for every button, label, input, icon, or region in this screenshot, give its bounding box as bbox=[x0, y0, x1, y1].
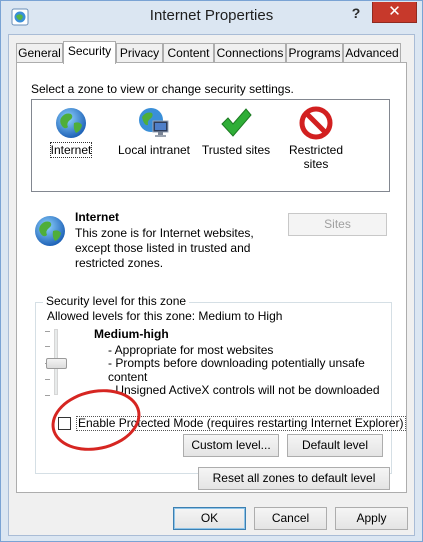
zone-list: Internet Local intranet Trusted sites Re… bbox=[31, 99, 390, 192]
tab-general[interactable]: General bbox=[16, 43, 63, 63]
custom-level-button[interactable]: Custom level... bbox=[183, 434, 279, 457]
globe-icon bbox=[56, 108, 86, 138]
help-button[interactable]: ? bbox=[344, 3, 368, 23]
globe-icon bbox=[35, 216, 65, 246]
security-level-slider-thumb[interactable] bbox=[46, 358, 67, 369]
tab-security[interactable]: Security bbox=[63, 41, 116, 64]
security-level-detail: - Appropriate for most websites bbox=[108, 343, 274, 357]
tab-programs[interactable]: Programs bbox=[286, 43, 343, 63]
close-button[interactable]: ✕ bbox=[372, 2, 417, 23]
zone-prompt: Select a zone to view or change security… bbox=[31, 82, 294, 96]
tab-privacy[interactable]: Privacy bbox=[116, 43, 163, 63]
ok-button[interactable]: OK bbox=[173, 507, 246, 530]
tab-advanced[interactable]: Advanced bbox=[343, 43, 401, 63]
zone-restricted-sites[interactable]: Restricted sites bbox=[278, 100, 354, 192]
intranet-icon bbox=[139, 108, 169, 137]
default-level-button[interactable]: Default level bbox=[287, 434, 383, 457]
zone-label-restricted-sites: Restricted sites bbox=[288, 143, 344, 171]
reset-all-zones-button[interactable]: Reset all zones to default level bbox=[198, 467, 390, 490]
sites-button[interactable]: Sites bbox=[288, 213, 387, 236]
checkmark-icon bbox=[221, 108, 252, 137]
tab-connections[interactable]: Connections bbox=[214, 43, 286, 63]
slider-tick bbox=[45, 395, 50, 396]
zone-info-description: This zone is for Internet websites, exce… bbox=[75, 226, 254, 270]
restricted-icon bbox=[299, 106, 333, 140]
zone-info-title: Internet bbox=[75, 210, 120, 224]
security-tab-panel: Select a zone to view or change security… bbox=[16, 62, 407, 493]
security-level-detail: - Unsigned ActiveX controls will not be … bbox=[108, 383, 380, 397]
zone-internet[interactable]: Internet bbox=[36, 100, 106, 192]
cancel-button[interactable]: Cancel bbox=[254, 507, 327, 530]
security-level-detail: - Prompts before downloading potentially… bbox=[108, 356, 365, 384]
dialog-client-area: General Security Privacy Content Connect… bbox=[8, 34, 415, 536]
security-level-legend: Security level for this zone bbox=[43, 294, 190, 308]
title-bar[interactable]: Internet Properties ? ✕ bbox=[1, 1, 422, 34]
zone-label-internet: Internet bbox=[49, 142, 93, 158]
security-level-name: Medium-high bbox=[94, 327, 169, 341]
zone-local-intranet[interactable]: Local intranet bbox=[114, 100, 194, 192]
slider-tick bbox=[45, 346, 50, 347]
tab-content[interactable]: Content bbox=[163, 43, 214, 63]
slider-tick bbox=[45, 331, 50, 332]
zone-label-trusted-sites: Trusted sites bbox=[201, 143, 271, 157]
apply-button[interactable]: Apply bbox=[335, 507, 408, 530]
zone-trusted-sites[interactable]: Trusted sites bbox=[198, 100, 274, 192]
allowed-levels-text: Allowed levels for this zone: Medium to … bbox=[47, 309, 283, 323]
zone-label-local-intranet: Local intranet bbox=[117, 143, 191, 157]
slider-tick bbox=[45, 379, 50, 380]
internet-properties-window: Internet Properties ? ✕ General Security… bbox=[0, 0, 423, 542]
